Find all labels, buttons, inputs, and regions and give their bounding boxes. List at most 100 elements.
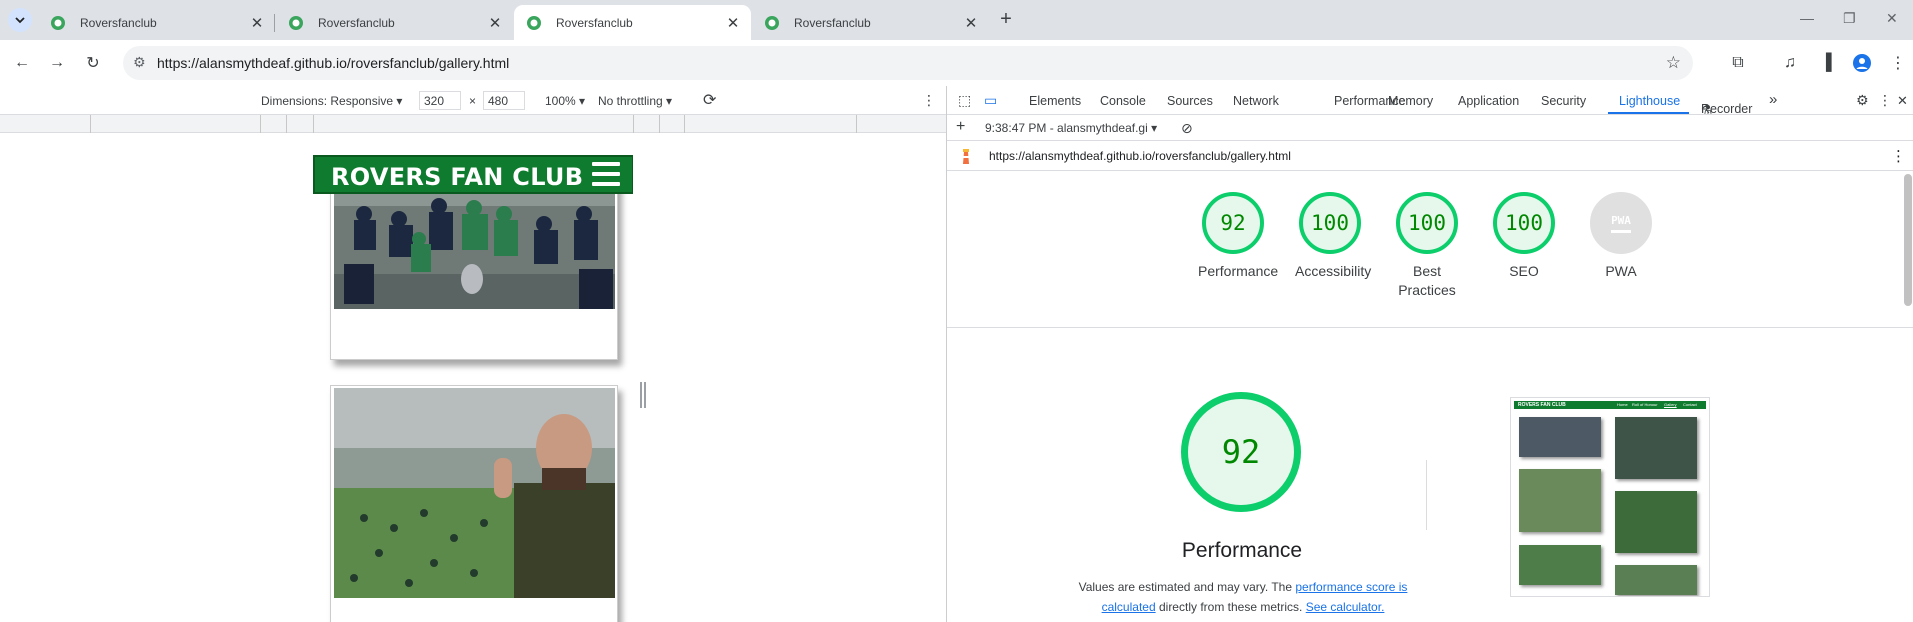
score-gauge-best-practices[interactable]: 100 Best Practices [1392,192,1462,300]
thumb-photo [1615,417,1697,479]
address-bar[interactable]: ⚙ https://alansmythdeaf.github.io/rovers… [123,46,1693,80]
forward-icon[interactable]: → [46,52,68,74]
gallery-card [330,385,618,622]
devtools-more-icon[interactable]: ⋮ [1878,92,1892,109]
score-gauge-seo[interactable]: 100 SEO [1489,192,1559,281]
minimize-icon[interactable]: — [1800,10,1814,26]
report-selector-label: 9:38:47 PM - alansmythdeaf.gi [985,121,1148,135]
emulated-device-screen[interactable]: ROVERS FAN CLUB [313,151,633,622]
thumb-photo [1519,417,1601,457]
thumb-logo: ROVERS FAN CLUB [1518,402,1566,408]
bookmark-star-icon[interactable]: ☆ [1666,53,1681,73]
close-tab-icon[interactable]: ✕ [963,14,979,32]
tab-2[interactable]: Roversfanclub ✕ [276,5,513,40]
close-tab-icon[interactable]: ✕ [487,14,503,32]
tab-title: Roversfanclub [556,15,633,30]
throttling-label: No throttling [598,94,663,108]
devtools-tab-application[interactable]: Application [1458,94,1519,108]
side-panel-icon[interactable]: ▐ [1815,52,1837,74]
devtools-tab-console[interactable]: Console [1100,94,1146,108]
new-tab-button[interactable]: + [994,8,1018,32]
reload-icon[interactable]: ↻ [82,52,104,74]
shamrock-favicon-icon [51,15,65,30]
hamburger-menu-icon[interactable] [592,162,620,192]
device-toolbar-more-icon[interactable]: ⋮ [922,92,936,109]
tab-search-button[interactable] [8,8,32,32]
thumb-header: ROVERS FAN CLUB Home Roll of Honour Gall… [1514,401,1706,409]
devtools-tab-sources[interactable]: Sources [1167,94,1213,108]
tab-4[interactable]: Roversfanclub ✕ [752,5,989,40]
lighthouse-toolbar: + 9:38:47 PM - alansmythdeaf.gi ▾ ⊘ [947,115,1913,141]
dimensions-dropdown[interactable]: Dimensions: Responsive ▾ [261,94,402,108]
devtools-tab-security[interactable]: Security [1541,94,1586,108]
devtools-settings-icon[interactable]: ⚙ [1856,92,1869,109]
devtools-scrollbar[interactable] [1904,174,1912,306]
devtools-tab-elements[interactable]: Elements [1029,94,1081,108]
final-screenshot-thumbnail[interactable]: ROVERS FAN CLUB Home Roll of Honour Gall… [1510,397,1710,597]
score-gauge-pwa[interactable]: PWA PWA [1586,192,1656,281]
site-logo[interactable]: ROVERS FAN CLUB [331,163,583,191]
vertical-divider [1426,460,1427,530]
report-menu-icon[interactable]: ⋮ [1891,147,1906,165]
score-gauge-accessibility[interactable]: 100 Accessibility [1295,192,1372,281]
thumb-photo [1615,565,1697,595]
devtools-close-icon[interactable]: ✕ [1897,93,1908,109]
gallery-card [330,181,618,360]
zoom-label: 100% [545,94,576,108]
devtools-tab-memory[interactable]: Memory [1388,94,1433,108]
extensions-icon[interactable]: ⧉ [1727,52,1749,74]
back-icon[interactable]: ← [11,52,33,74]
pwa-dash [1611,229,1631,233]
clear-reports-icon[interactable]: ⊘ [1181,120,1193,137]
devtools-tab-lighthouse[interactable]: Lighthouse [1619,94,1680,108]
score-label: Accessibility [1295,263,1372,279]
see-calculator-link[interactable]: See calculator. [1306,600,1385,614]
thumb-nav-item: Roll of Honour [1632,402,1658,407]
media-query-ruler[interactable] [0,115,946,133]
close-tab-icon[interactable]: ✕ [249,14,265,32]
gallery-photo-celebration [334,184,615,309]
thumb-photo [1615,491,1697,553]
browser-tab-strip: Roversfanclub ✕ Roversfanclub ✕ Roversfa… [0,0,1913,40]
throttling-dropdown[interactable]: No throttling ▾ [598,94,672,108]
report-selector[interactable]: 9:38:47 PM - alansmythdeaf.gi ▾ [985,121,1157,135]
viewport-resize-handle[interactable] [640,382,646,408]
tab-title: Roversfanclub [794,15,871,30]
score-value: 100 [1396,192,1458,254]
zoom-dropdown[interactable]: 100% ▾ [545,94,585,108]
tab-1[interactable]: Roversfanclub ✕ [38,5,275,40]
width-input[interactable]: 320 [419,91,461,110]
devtools-tab-bar: ⬚ ▭ Elements Console Sources Network Per… [947,86,1913,117]
more-tabs-icon[interactable]: » [1769,91,1777,108]
chevron-down-icon [15,17,25,24]
chrome-menu-icon[interactable]: ⋮ [1887,52,1909,74]
devtools-tab-network[interactable]: Network [1233,94,1279,108]
close-window-icon[interactable]: ✕ [1886,10,1898,27]
tab-3-active[interactable]: Roversfanclub ✕ [514,5,751,40]
shamrock-favicon-icon [289,15,303,30]
height-input[interactable]: 480 [483,91,525,110]
new-report-icon[interactable]: + [956,118,965,136]
inspect-element-icon[interactable]: ⬚ [958,92,971,109]
note-text: Values are estimated and may vary. The [1078,580,1296,594]
device-toggle-icon[interactable]: ▭ [984,92,997,109]
site-header: ROVERS FAN CLUB [313,155,633,194]
rotate-icon[interactable]: ⟳ [703,90,716,110]
media-controls-icon[interactable]: ♫ [1779,52,1801,74]
devtools-panel: ⬚ ▭ Elements Console Sources Network Per… [946,86,1913,622]
restore-icon[interactable]: ❐ [1843,10,1856,27]
thumb-nav-item: Gallery [1664,402,1677,407]
url-text[interactable]: https://alansmythdeaf.github.io/roversfa… [157,55,509,71]
score-label: SEO [1509,263,1539,279]
times-sign: × [469,94,477,108]
profile-avatar-icon[interactable] [1851,52,1873,74]
gallery-photo-stadium-fan [334,388,615,598]
score-label: Performance [1198,263,1279,279]
score-value: 100 [1299,192,1361,254]
close-tab-icon[interactable]: ✕ [725,14,741,32]
tab-separator [274,14,275,32]
site-info-icon[interactable]: ⚙ [133,54,146,71]
thumb-nav-item: Home [1617,402,1628,407]
audited-url[interactable]: https://alansmythdeaf.github.io/roversfa… [989,149,1291,163]
score-gauge-performance[interactable]: 92 Performance [1198,192,1279,281]
